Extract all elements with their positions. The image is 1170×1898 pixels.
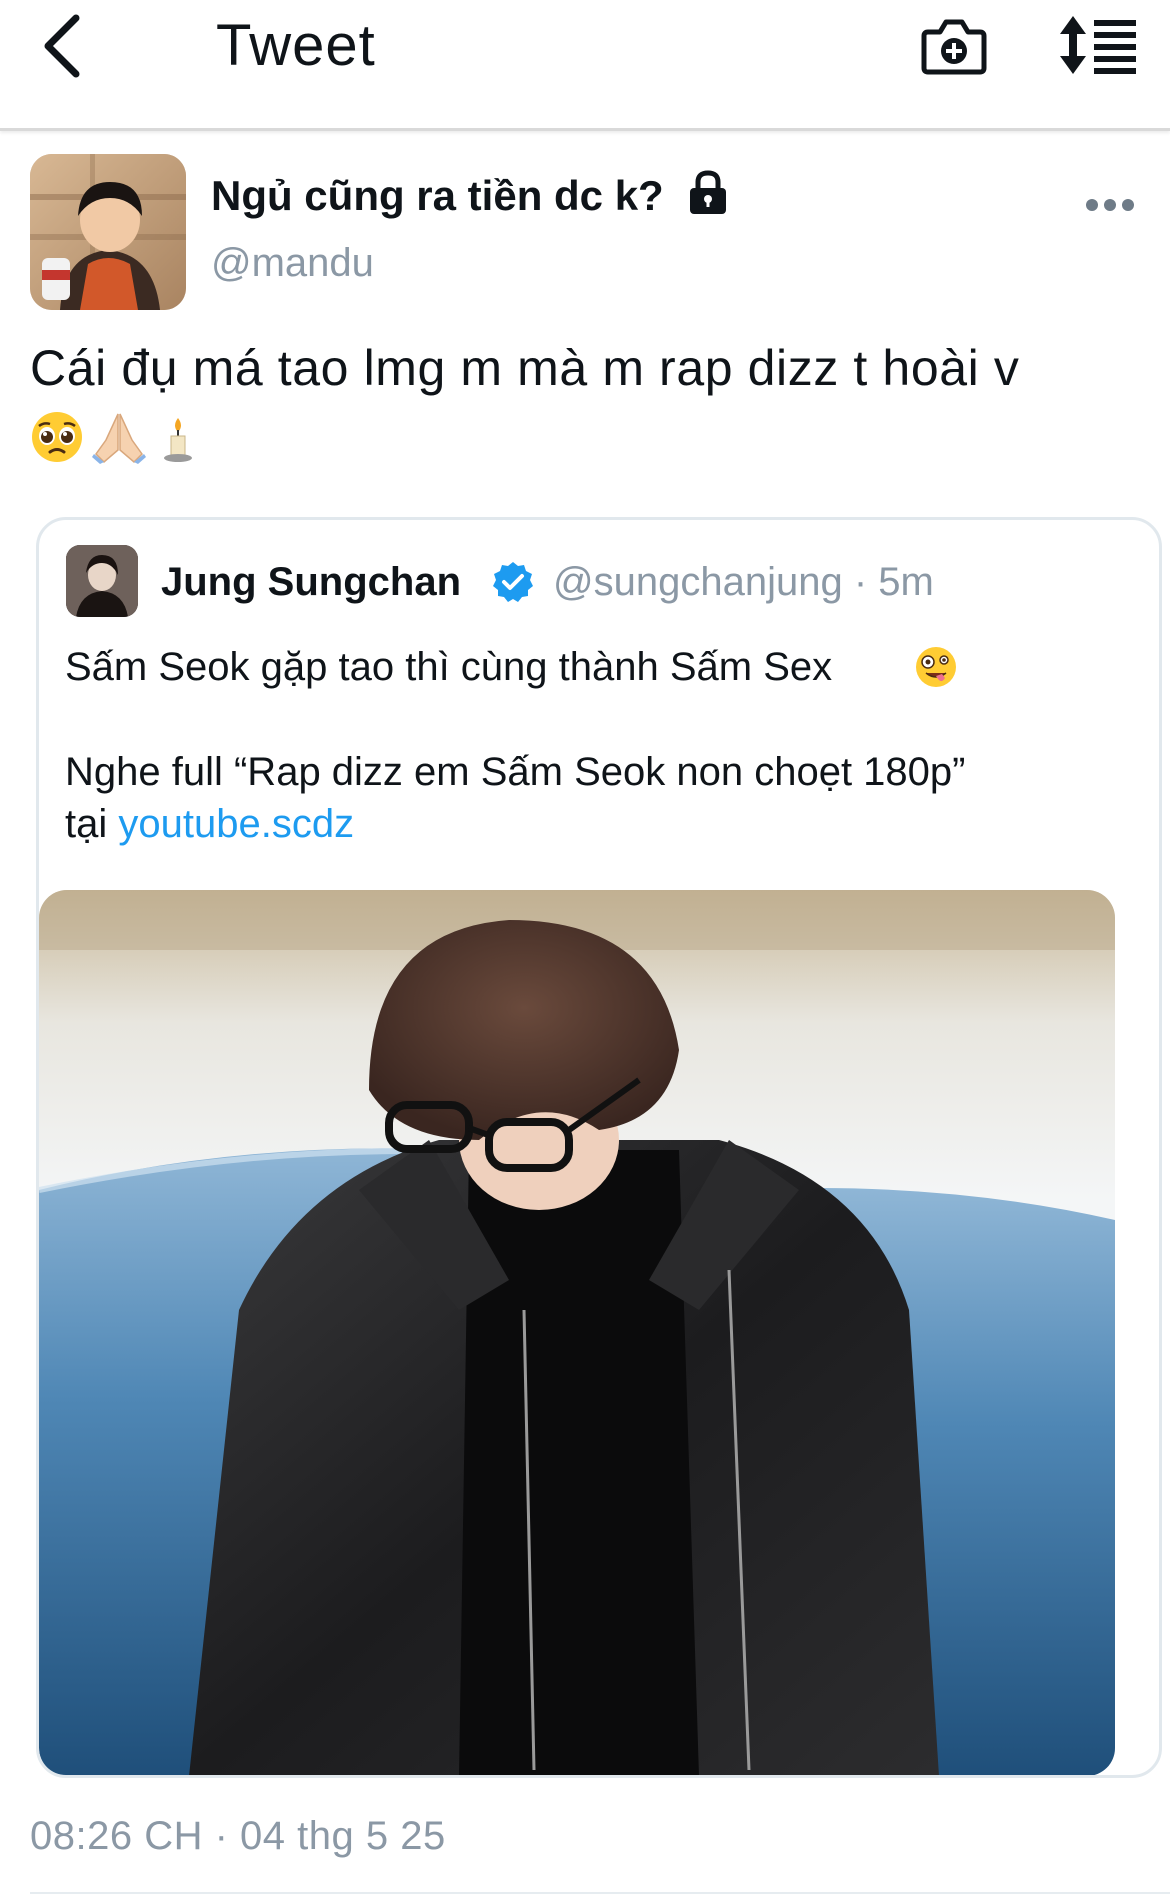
camera-plus-icon [921,19,987,75]
tweet-emojis [30,410,230,470]
tweet-text: Cái đụ má tao lmg m mà m rap dizz t hoài… [30,340,1020,396]
meta-separator: · [853,560,868,604]
quoted-time: 5m [878,560,934,604]
quoted-author-avatar[interactable] [66,545,138,617]
photo-image [39,890,1115,1775]
verified-badge-icon [493,562,533,602]
author-handle[interactable]: @mandu [211,235,374,291]
author-display-name[interactable]: Ngủ cũng ra tiền dc k? [211,168,664,224]
quoted-avatar-image [66,545,138,617]
quoted-media-photo[interactable] [39,890,1115,1775]
quoted-author-name[interactable]: Jung Sungchan [161,555,461,609]
page-title: Tweet [216,13,376,78]
zany-face-emoji [916,647,956,687]
quoted-author-handle[interactable]: @sungchanjung [553,560,843,604]
sort-button[interactable] [1058,14,1138,76]
quoted-tweet-card[interactable]: Jung Sungchan @sungchanjung · 5m Sấm Seo… [36,517,1162,1778]
candle-emoji [164,418,192,462]
chevron-left-icon [44,14,80,78]
author-avatar[interactable] [30,154,186,310]
back-button[interactable] [36,10,96,80]
divider [30,1892,1170,1894]
pleading-face-emoji [32,412,82,462]
lock-icon [690,170,726,214]
quoted-link[interactable]: youtube.scdz [118,802,354,846]
more-dots-icon [1086,199,1134,211]
more-options-button[interactable] [1082,192,1138,218]
quoted-text-line3: tại youtube.scdz [65,798,354,850]
camera-button[interactable] [920,12,988,78]
quoted-text-line2: Nghe full “Rap dizz em Sấm Seok non choẹ… [65,750,966,794]
avatar-image [30,154,186,310]
folded-hands-emoji [92,413,146,464]
quoted-text-prefix: tại [65,802,108,846]
tweet-timestamp: 08:26 CH · 04 thg 5 25 [30,1814,446,1858]
sort-list-icon [1060,16,1136,74]
quoted-meta: @sungchanjung · 5m [553,555,934,609]
quoted-text-line1: Sấm Seok gặp tao thì cùng thành Sấm Sex [65,645,833,689]
top-bar: Tweet [0,0,1170,131]
